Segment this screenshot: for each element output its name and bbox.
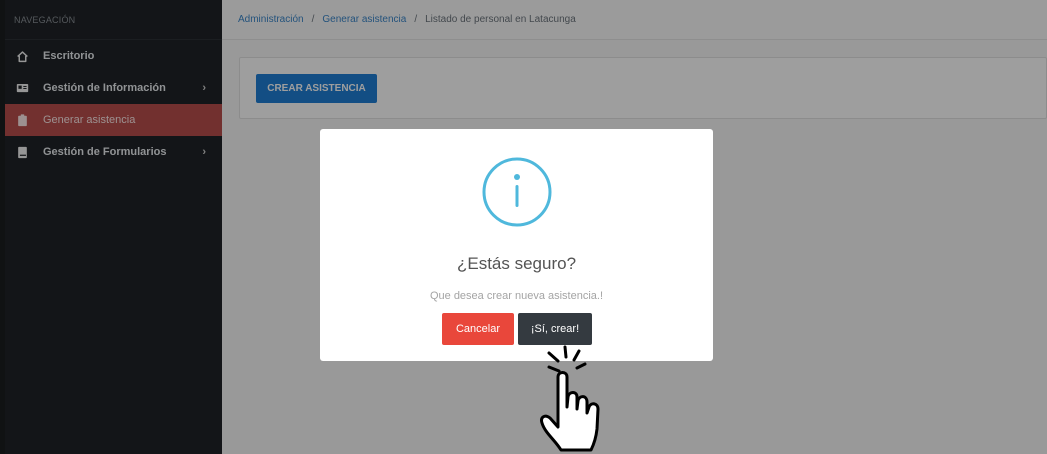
confirm-create-button[interactable]: ¡Sí, crear! [518,313,592,345]
info-icon [482,157,552,227]
cancel-button[interactable]: Cancelar [442,313,514,345]
hand-pointer-icon [540,345,600,452]
dialog-message: Que desea crear nueva asistencia.! [429,290,604,302]
confirm-dialog: ¿Estás seguro? Que desea crear nueva asi… [320,129,713,361]
dialog-title: ¿Estás seguro? [456,254,577,273]
